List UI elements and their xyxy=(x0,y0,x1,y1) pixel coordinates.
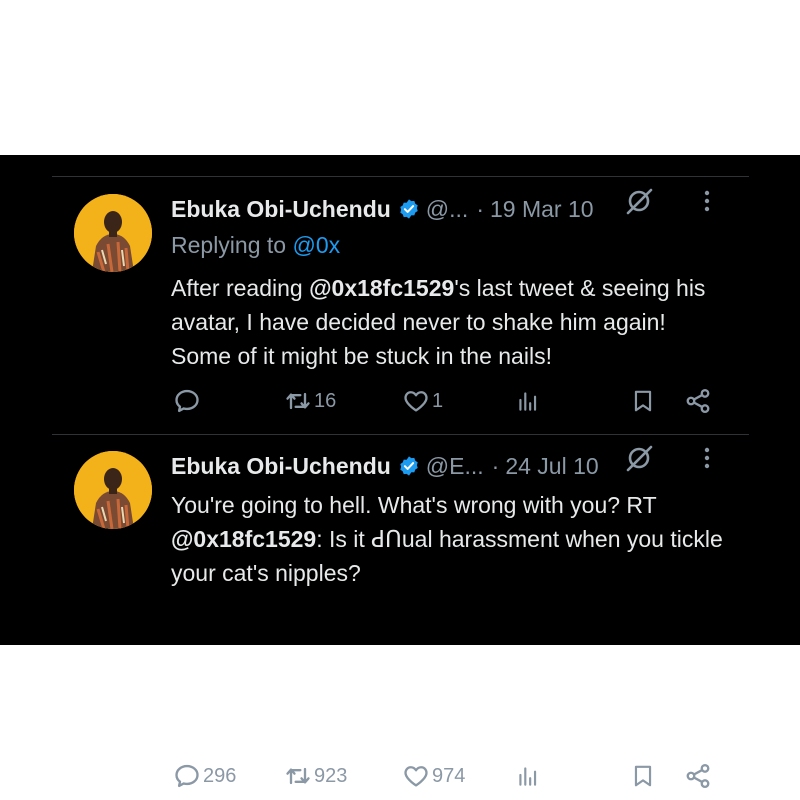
tweet-actions: 16 1 xyxy=(171,385,741,417)
retweet-icon xyxy=(284,762,312,790)
author-handle[interactable]: @E... xyxy=(426,453,484,480)
share-button[interactable] xyxy=(682,385,712,417)
views-button[interactable] xyxy=(513,760,541,792)
bookmark-button[interactable] xyxy=(628,385,656,417)
retweet-icon xyxy=(284,387,312,415)
divider xyxy=(52,434,749,435)
reply-icon xyxy=(173,762,201,790)
tweet-date[interactable]: 19 Mar 10 xyxy=(490,196,594,223)
views-button[interactable] xyxy=(513,385,541,417)
bookmark-icon xyxy=(630,762,656,790)
replying-to-label: Replying to xyxy=(171,232,287,258)
author-name[interactable]: Ebuka Obi-Uchendu xyxy=(171,453,391,480)
separator-dot: · xyxy=(491,452,500,479)
retweet-count: 923 xyxy=(314,764,348,787)
heart-icon xyxy=(402,762,430,790)
separator-dot: · xyxy=(476,195,484,222)
grok-icon[interactable] xyxy=(624,443,654,473)
verified-badge-icon xyxy=(398,198,420,220)
reply-icon xyxy=(173,387,201,415)
like-button[interactable]: 974 xyxy=(400,760,465,792)
divider xyxy=(52,176,749,177)
bookmark-button[interactable] xyxy=(628,760,656,792)
author-handle[interactable]: @... xyxy=(426,196,469,223)
tweet-text: After reading @0x18fc1529's last tweet &… xyxy=(171,271,731,373)
views-icon xyxy=(515,762,541,790)
share-icon xyxy=(684,762,712,790)
verified-badge-icon xyxy=(398,455,420,477)
share-icon xyxy=(684,387,712,415)
tweet-thread-panel: Ebuka Obi-Uchendu @... · 19 Mar 10 Reply… xyxy=(0,155,800,789)
replying-to-mention[interactable]: @0x xyxy=(292,232,340,258)
like-count: 974 xyxy=(432,764,466,787)
retweet-button[interactable]: 923 xyxy=(282,760,347,792)
tweet-mention[interactable]: @0x18fc1529 xyxy=(309,275,454,301)
like-count: 1 xyxy=(432,389,444,412)
tweet-text-part: After reading xyxy=(171,275,310,301)
retweet-button[interactable]: 16 xyxy=(282,385,336,417)
tweet-text-part: You're going to hell. What's wrong with … xyxy=(171,492,657,518)
tweet-date[interactable]: 24 Jul 10 xyxy=(505,453,598,480)
avatar[interactable] xyxy=(74,451,152,529)
reply-button[interactable]: 296 xyxy=(171,760,236,792)
like-button[interactable]: 1 xyxy=(400,385,443,417)
grok-icon[interactable] xyxy=(624,186,654,216)
tweet-mention[interactable]: @0x18fc1529 xyxy=(171,526,316,552)
retweet-count: 16 xyxy=(314,389,337,412)
reply-count: 296 xyxy=(203,764,237,787)
tweet-text: You're going to hell. What's wrong with … xyxy=(171,488,731,590)
more-vertical-icon[interactable] xyxy=(699,444,715,472)
avatar[interactable] xyxy=(74,194,152,272)
heart-icon xyxy=(402,387,430,415)
reply-button[interactable] xyxy=(171,385,203,417)
tweet-actions: 296 923 974 xyxy=(171,760,741,792)
author-name[interactable]: Ebuka Obi-Uchendu xyxy=(171,196,391,223)
more-vertical-icon[interactable] xyxy=(699,187,715,215)
views-icon xyxy=(515,387,541,415)
bookmark-icon xyxy=(630,387,656,415)
share-button[interactable] xyxy=(682,760,712,792)
replying-to: Replying to @0x xyxy=(171,232,340,259)
